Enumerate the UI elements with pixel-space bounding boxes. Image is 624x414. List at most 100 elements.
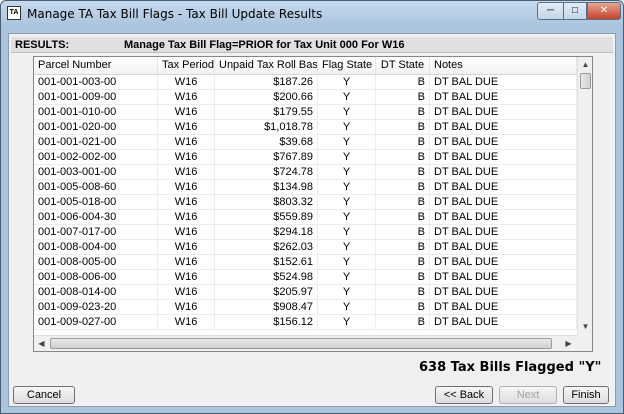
- cell-flag-state: Y: [318, 180, 376, 195]
- column-header-flag-state[interactable]: Flag State: [318, 57, 376, 75]
- table-row[interactable]: 001-001-009-00 W16 $200.66 Y B DT BAL DUE: [34, 90, 577, 105]
- cell-unpaid-tax-roll-base: $908.47: [215, 300, 318, 315]
- cell-parcel-number: 001-001-021-00: [34, 135, 158, 150]
- finish-button[interactable]: Finish: [563, 386, 609, 404]
- cell-dt-state: B: [376, 225, 430, 240]
- horizontal-scrollbar[interactable]: ◀ ▶: [34, 335, 577, 351]
- table-row[interactable]: 001-003-001-00 W16 $724.78 Y B DT BAL DUE: [34, 165, 577, 180]
- arrow-right-icon[interactable]: ▶: [561, 336, 576, 351]
- cell-unpaid-tax-roll-base: $187.26: [215, 75, 318, 90]
- close-button[interactable]: ✕: [587, 2, 621, 20]
- arrow-up-icon[interactable]: ▲: [578, 57, 592, 72]
- table-row[interactable]: 001-001-021-00 W16 $39.68 Y B DT BAL DUE: [34, 135, 577, 150]
- cancel-button[interactable]: Cancel: [13, 386, 75, 404]
- cell-parcel-number: 001-001-009-00: [34, 90, 158, 105]
- cell-unpaid-tax-roll-base: $524.98: [215, 270, 318, 285]
- cell-dt-state: B: [376, 195, 430, 210]
- cell-notes: DT BAL DUE: [430, 240, 577, 255]
- cell-flag-state: Y: [318, 240, 376, 255]
- table-row[interactable]: 001-008-004-00 W16 $262.03 Y B DT BAL DUE: [34, 240, 577, 255]
- next-button[interactable]: Next: [499, 386, 557, 404]
- vertical-scrollbar[interactable]: ▲ ▼: [577, 57, 592, 335]
- cell-tax-period: W16: [158, 90, 215, 105]
- cell-parcel-number: 001-001-010-00: [34, 105, 158, 120]
- arrow-down-icon[interactable]: ▼: [578, 319, 592, 334]
- cell-parcel-number: 001-002-002-00: [34, 150, 158, 165]
- table-row[interactable]: 001-005-008-60 W16 $134.98 Y B DT BAL DUE: [34, 180, 577, 195]
- cell-dt-state: B: [376, 255, 430, 270]
- cell-dt-state: B: [376, 90, 430, 105]
- cell-notes: DT BAL DUE: [430, 300, 577, 315]
- cell-tax-period: W16: [158, 225, 215, 240]
- cell-tax-period: W16: [158, 285, 215, 300]
- cell-parcel-number: 001-003-001-00: [34, 165, 158, 180]
- cell-notes: DT BAL DUE: [430, 270, 577, 285]
- cell-dt-state: B: [376, 135, 430, 150]
- cell-unpaid-tax-roll-base: $1,018.78: [215, 120, 318, 135]
- arrow-left-icon[interactable]: ◀: [34, 336, 49, 351]
- table-row[interactable]: 001-005-018-00 W16 $803.32 Y B DT BAL DUE: [34, 195, 577, 210]
- table-row[interactable]: 001-001-003-00 W16 $187.26 Y B DT BAL DUE: [34, 75, 577, 90]
- cell-flag-state: Y: [318, 285, 376, 300]
- cell-flag-state: Y: [318, 195, 376, 210]
- scrollbar-corner: [577, 335, 592, 351]
- cell-unpaid-tax-roll-base: $803.32: [215, 195, 318, 210]
- cell-dt-state: B: [376, 105, 430, 120]
- cell-tax-period: W16: [158, 135, 215, 150]
- column-header-dt-state[interactable]: DT State: [376, 57, 430, 75]
- cell-notes: DT BAL DUE: [430, 90, 577, 105]
- table-row[interactable]: 001-008-005-00 W16 $152.61 Y B DT BAL DUE: [34, 255, 577, 270]
- column-header-parcel-number[interactable]: Parcel Number: [34, 57, 158, 75]
- cell-parcel-number: 001-005-018-00: [34, 195, 158, 210]
- table-row[interactable]: 001-001-010-00 W16 $179.55 Y B DT BAL DUE: [34, 105, 577, 120]
- cell-unpaid-tax-roll-base: $179.55: [215, 105, 318, 120]
- table-row[interactable]: 001-008-014-00 W16 $205.97 Y B DT BAL DUE: [34, 285, 577, 300]
- cell-dt-state: B: [376, 75, 430, 90]
- results-grid[interactable]: Parcel Number Tax Period Unpaid Tax Roll…: [33, 56, 593, 352]
- cell-parcel-number: 001-009-027-00: [34, 315, 158, 330]
- minimize-icon: ─: [546, 5, 555, 16]
- cell-tax-period: W16: [158, 210, 215, 225]
- back-button[interactable]: << Back: [435, 386, 493, 404]
- column-header-tax-period[interactable]: Tax Period: [158, 57, 215, 75]
- app-icon: TA: [7, 6, 21, 20]
- dialog-window: TA Manage TA Tax Bill Flags - Tax Bill U…: [0, 0, 624, 414]
- column-header-notes[interactable]: Notes: [430, 57, 577, 75]
- cell-notes: DT BAL DUE: [430, 150, 577, 165]
- cell-notes: DT BAL DUE: [430, 285, 577, 300]
- table-row[interactable]: 001-002-002-00 W16 $767.89 Y B DT BAL DUE: [34, 150, 577, 165]
- cell-flag-state: Y: [318, 150, 376, 165]
- table-row[interactable]: 001-009-027-00 W16 $156.12 Y B DT BAL DUE: [34, 315, 577, 330]
- cell-parcel-number: 001-005-008-60: [34, 180, 158, 195]
- table-row[interactable]: 001-007-017-00 W16 $294.18 Y B DT BAL DUE: [34, 225, 577, 240]
- table-row[interactable]: 001-009-023-20 W16 $908.47 Y B DT BAL DUE: [34, 300, 577, 315]
- cell-dt-state: B: [376, 240, 430, 255]
- cell-unpaid-tax-roll-base: $559.89: [215, 210, 318, 225]
- title-bar[interactable]: TA Manage TA Tax Bill Flags - Tax Bill U…: [1, 1, 623, 27]
- cell-flag-state: Y: [318, 315, 376, 330]
- horizontal-scroll-thumb[interactable]: [50, 338, 552, 349]
- cell-unpaid-tax-roll-base: $294.18: [215, 225, 318, 240]
- minimize-button[interactable]: ─: [537, 2, 563, 20]
- cell-tax-period: W16: [158, 180, 215, 195]
- table-row[interactable]: 001-001-020-00 W16 $1,018.78 Y B DT BAL DUE: [34, 120, 577, 135]
- window-title: Manage TA Tax Bill Flags - Tax Bill Upda…: [27, 7, 323, 21]
- table-row[interactable]: 001-008-006-00 W16 $524.98 Y B DT BAL DUE: [34, 270, 577, 285]
- cell-tax-period: W16: [158, 255, 215, 270]
- column-header-unpaid-tax-roll-base[interactable]: Unpaid Tax Roll Base: [215, 57, 318, 75]
- cell-flag-state: Y: [318, 270, 376, 285]
- vertical-scroll-thumb[interactable]: [580, 73, 591, 89]
- cell-parcel-number: 001-008-006-00: [34, 270, 158, 285]
- results-label: RESULTS:: [15, 39, 70, 51]
- cell-flag-state: Y: [318, 105, 376, 120]
- cell-parcel-number: 001-006-004-30: [34, 210, 158, 225]
- table-row[interactable]: 001-006-004-30 W16 $559.89 Y B DT BAL DUE: [34, 210, 577, 225]
- cell-notes: DT BAL DUE: [430, 255, 577, 270]
- maximize-button[interactable]: □: [563, 2, 587, 20]
- cell-tax-period: W16: [158, 120, 215, 135]
- cell-tax-period: W16: [158, 315, 215, 330]
- cell-flag-state: Y: [318, 120, 376, 135]
- cell-tax-period: W16: [158, 195, 215, 210]
- grid-header: Parcel Number Tax Period Unpaid Tax Roll…: [34, 57, 577, 75]
- cell-unpaid-tax-roll-base: $200.66: [215, 90, 318, 105]
